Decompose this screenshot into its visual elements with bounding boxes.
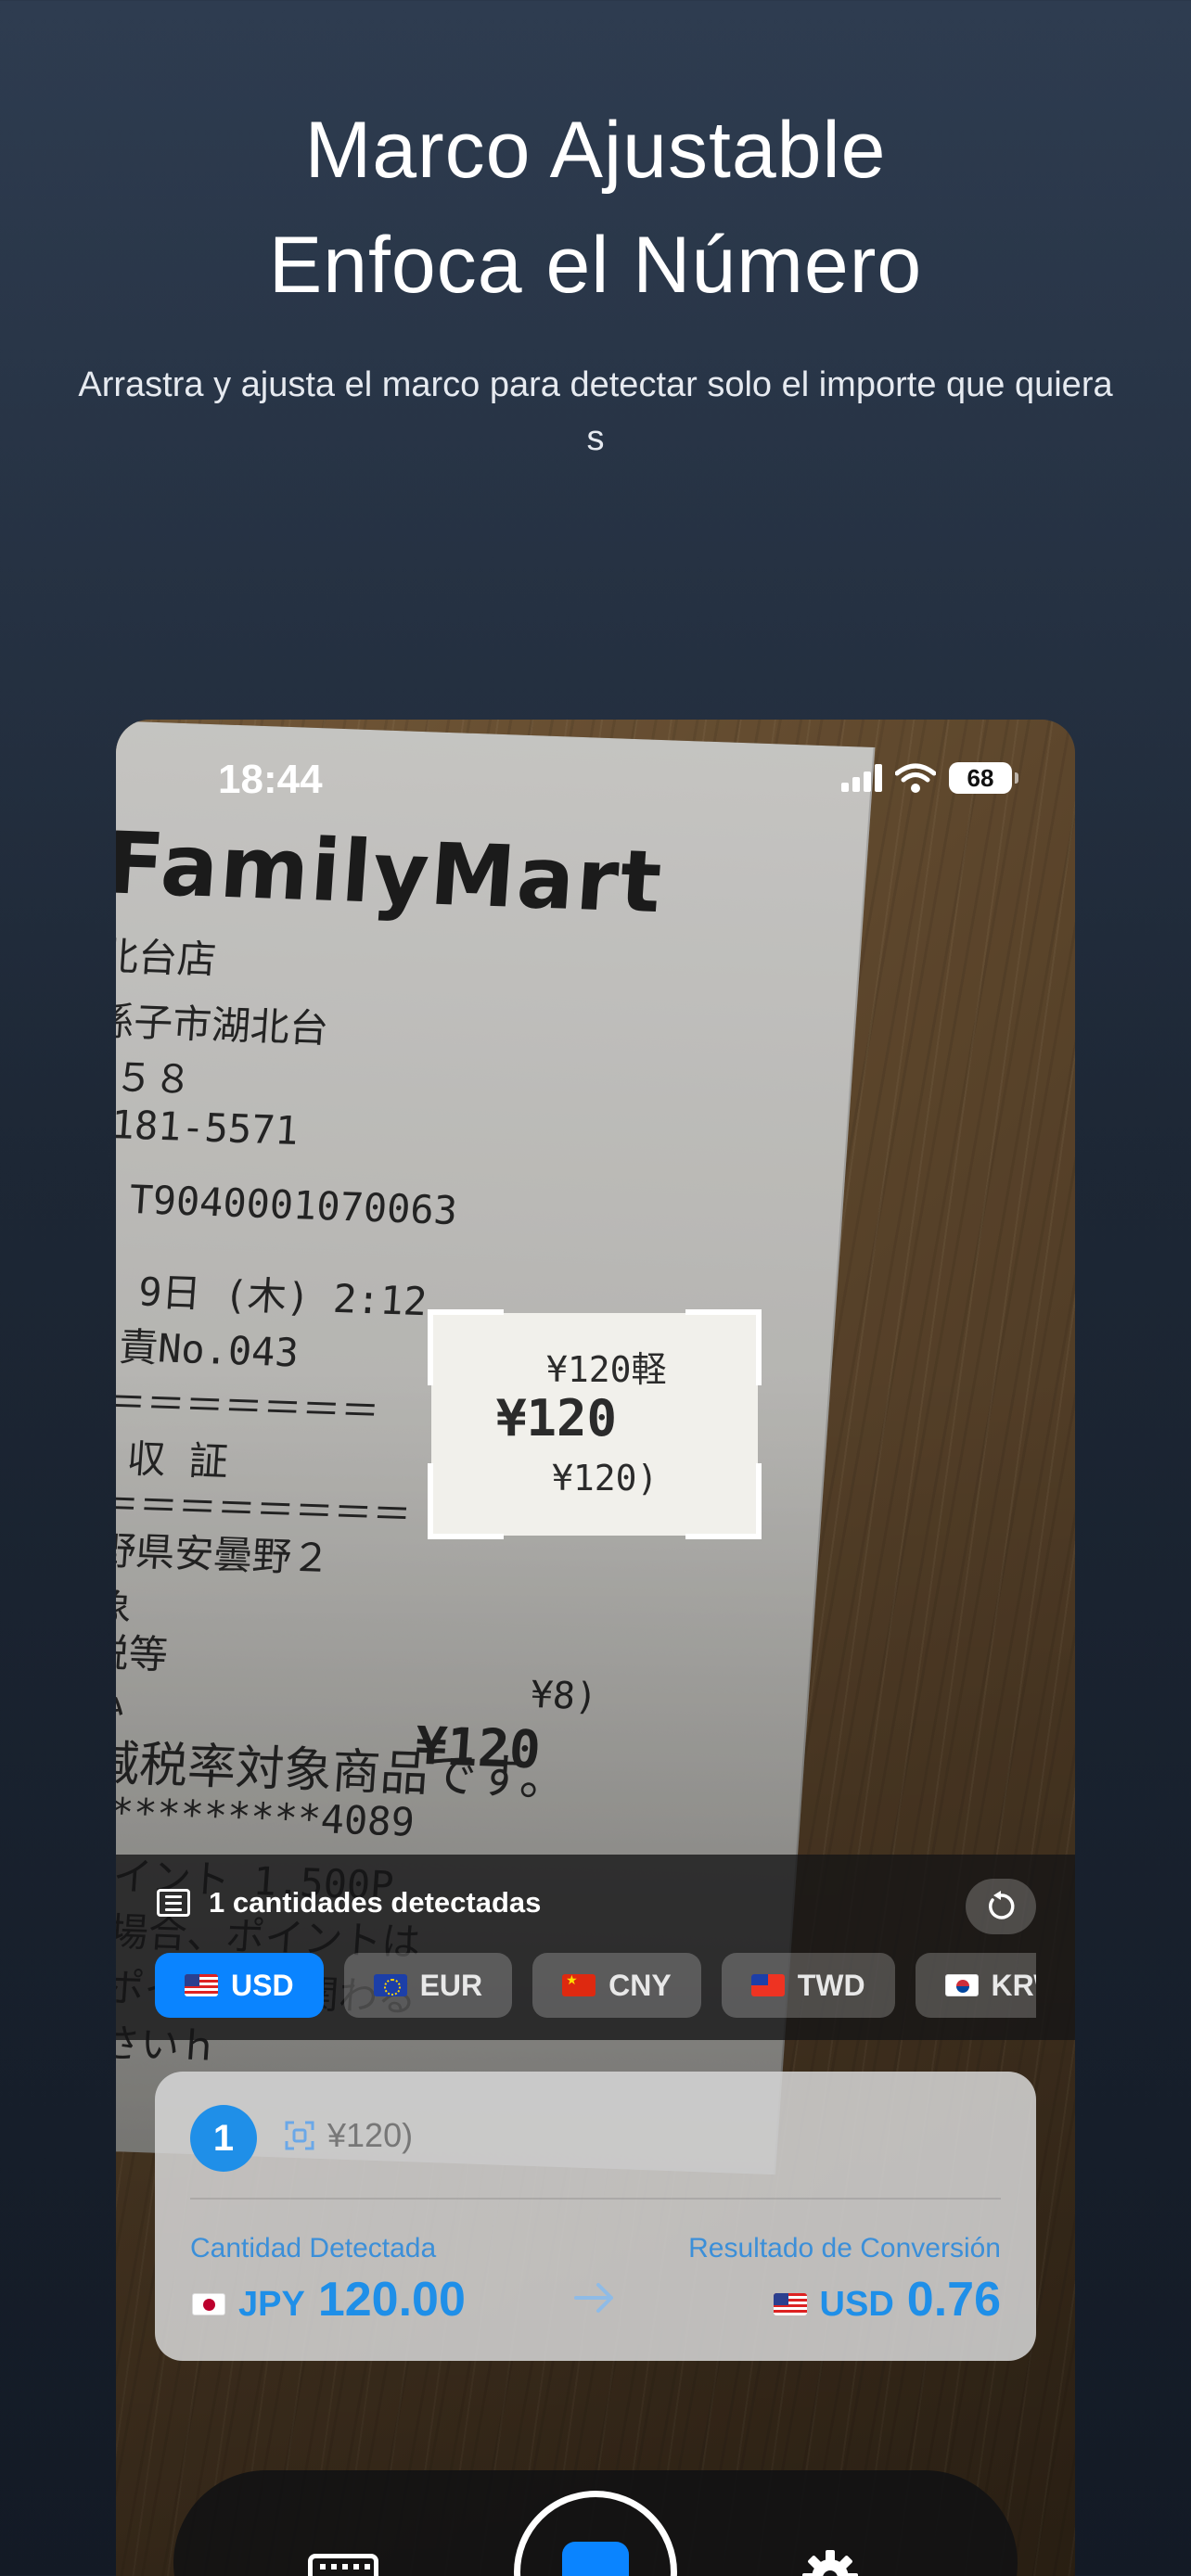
cellular-signal-icon	[841, 764, 882, 792]
chip-label: EUR	[419, 1968, 483, 2002]
headline-line-1: Marco Ajustable	[304, 106, 887, 195]
detected-currency: JPY	[238, 2285, 305, 2324]
shutter-button[interactable]	[514, 2491, 677, 2576]
frame-line-2: ¥120	[496, 1389, 618, 1447]
result-card[interactable]: 1 ¥120) Cantidad Detectada Resultado de …	[155, 2072, 1036, 2361]
us-flag-icon	[773, 2293, 807, 2315]
currency-chips: USD EUR CNY TWD KRW	[155, 1953, 1036, 2020]
frame-handle-top-left[interactable]	[428, 1309, 504, 1385]
cn-flag-icon	[562, 1974, 596, 1996]
tw-flag-icon	[750, 1974, 785, 1996]
kr-flag-icon	[944, 1974, 979, 1996]
adjustable-frame[interactable]: ¥120軽 ¥120 ¥120)	[428, 1309, 762, 1539]
reset-icon	[989, 1891, 1015, 1919]
frame-line-3: ¥120)	[552, 1458, 659, 1498]
scan-icon	[285, 2121, 314, 2150]
jp-flag-icon	[192, 2293, 225, 2315]
wifi-icon	[895, 763, 936, 793]
receipt-line: : T9040001070063	[116, 1175, 459, 1234]
result-currency: USD	[819, 2285, 894, 2324]
detection-bar: 1 cantidades detectadas USD EUR CNY	[116, 1855, 1075, 2040]
phone-screen: FamilyMart 北台店孫子市湖北台 −５８ 7181-5571 : T90400…	[116, 720, 1075, 2576]
headline-line-2: Enfoca el Número	[268, 221, 923, 310]
receipt-line: 7181-5571	[116, 1101, 301, 1154]
frame-handle-bottom-left[interactable]	[428, 1463, 504, 1539]
status-icons: 68	[841, 762, 1018, 794]
card-divider	[190, 2198, 1001, 2200]
frame-handle-bottom-right[interactable]	[685, 1463, 762, 1539]
subtitle: Arrastra y ajusta el marco para detectar…	[78, 365, 1113, 458]
receipt-line: −５８	[116, 1053, 194, 1103]
status-time: 18:44	[218, 757, 323, 802]
headline: Marco Ajustable Enfoca el Número	[0, 93, 1191, 323]
battery-icon: 68	[949, 762, 1018, 794]
receipt-brand: FamilyMart	[116, 813, 667, 933]
receipt-line: 孫子市湖北台	[116, 998, 330, 1052]
bottom-toolbar	[173, 2470, 1018, 2576]
list-icon	[157, 1889, 190, 1917]
chip-label: KRW	[991, 1968, 1036, 2002]
detected-amount: JPY 120.00	[192, 2272, 466, 2327]
chip-label: CNY	[608, 1968, 672, 2002]
result-amount: USD 0.76	[773, 2272, 1001, 2327]
arrow-right-icon	[574, 2283, 613, 2313]
chip-label: USD	[231, 1968, 294, 2002]
detection-header: 1 cantidades detectadas	[157, 1886, 541, 1919]
detection-count: 1 cantidades detectadas	[209, 1886, 542, 1919]
chip-usd[interactable]: USD	[155, 1953, 324, 2018]
chip-cny[interactable]: CNY	[532, 1953, 701, 2018]
status-bar: 18:44 68	[116, 757, 1075, 822]
chip-krw[interactable]: KRW	[915, 1953, 1036, 2018]
eu-flag-icon	[373, 1974, 407, 1996]
gear-icon[interactable]	[800, 2548, 860, 2576]
chip-label: TWD	[797, 1968, 865, 2002]
shutter-stop-icon	[562, 2542, 629, 2576]
result-value: 0.76	[906, 2273, 1001, 2327]
source-text: ¥120)	[327, 2116, 414, 2154]
result-index-badge: 1	[190, 2105, 257, 2172]
chip-eur[interactable]: EUR	[343, 1953, 513, 2018]
detected-label: Cantidad Detectada	[190, 2233, 437, 2264]
result-label: Resultado de Conversión	[688, 2233, 1001, 2264]
receipt-line: 北台店	[116, 933, 218, 983]
reset-button[interactable]	[966, 1879, 1036, 1934]
detected-value: 120.00	[317, 2273, 466, 2327]
source-text-row: ¥120)	[285, 2116, 413, 2155]
us-flag-icon	[185, 1974, 218, 1996]
keyboard-icon[interactable]	[308, 2554, 378, 2576]
frame-line-1: ¥120軽	[546, 1349, 667, 1390]
chip-twd[interactable]: TWD	[721, 1953, 895, 2018]
frame-handle-top-right[interactable]	[685, 1309, 762, 1385]
